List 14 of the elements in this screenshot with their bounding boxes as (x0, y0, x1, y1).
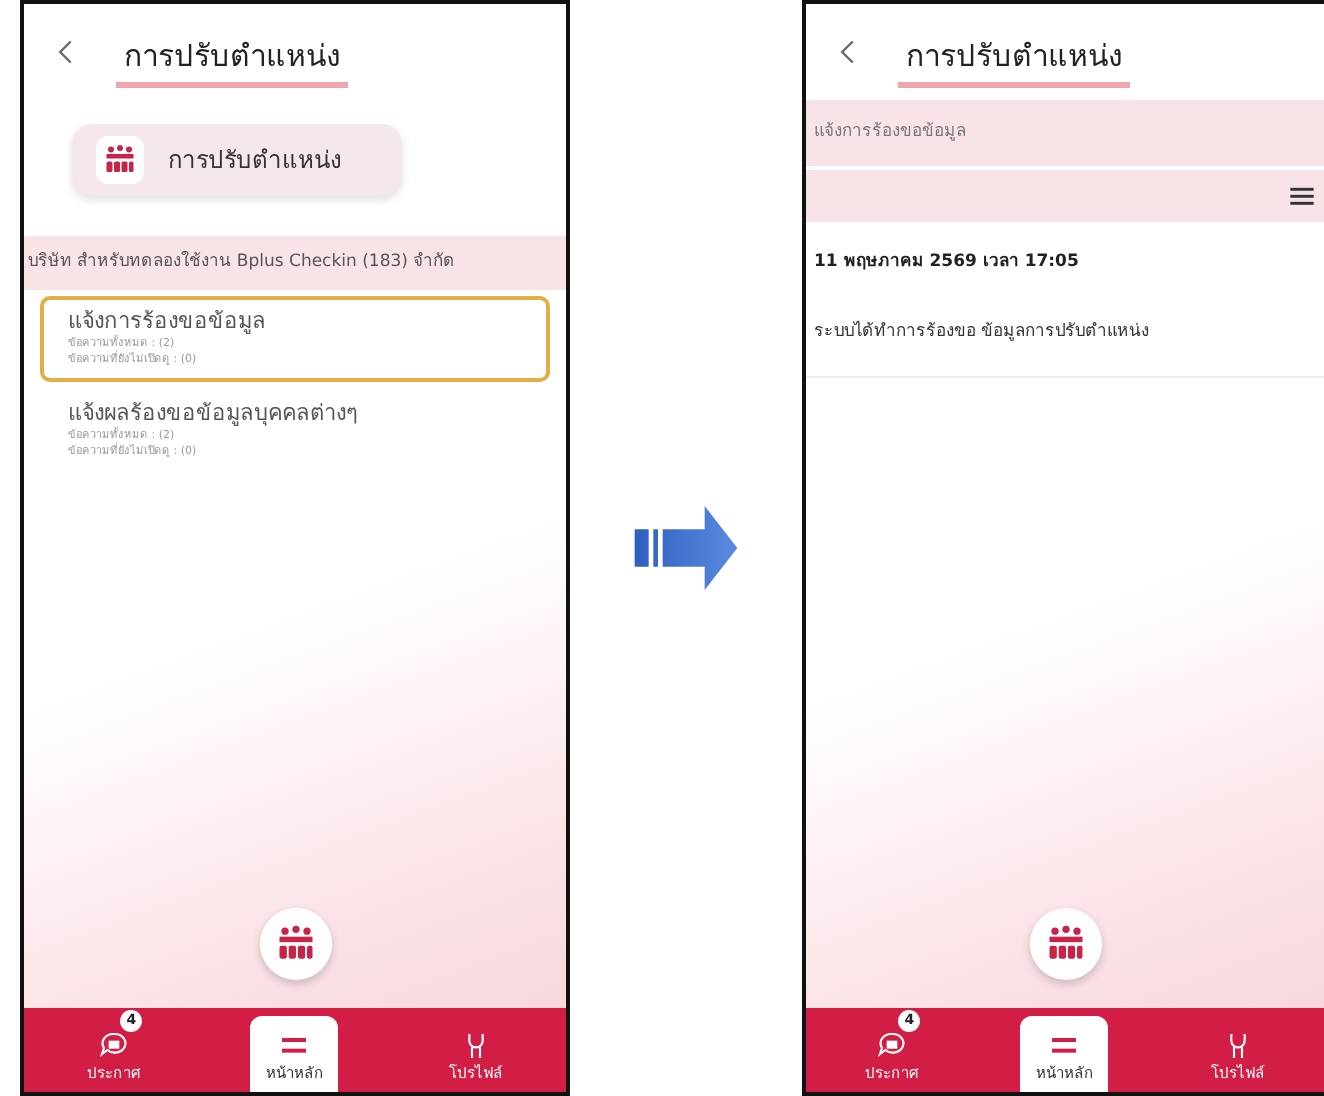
chat-bubble-icon (98, 1029, 131, 1062)
page-title: การปรับตำแหน่ง (116, 17, 348, 87)
company-name: บริษัท สำหรับทดลองใช้งาน Bplus Checkin (183) จำกัด (24, 236, 566, 290)
menu-card[interactable]: การปรับตำแหน่ง (72, 124, 402, 196)
people-group-icon (102, 142, 138, 178)
item-title: แจ้งการร้องขอข้อมูล (68, 307, 268, 335)
message-text: ระบบได้ทำการร้องขอ ข้อมูลการปรับตำแหน่ง (814, 319, 1152, 345)
item-title: แจ้งผลร้องขอข้อมูลบุคคลต่างๆ (68, 399, 360, 427)
chat-bubble-icon (876, 1029, 909, 1062)
section-title: แจ้งการร้องขอข้อมูล (806, 100, 1324, 166)
page-title: การปรับตำแหน่ง (898, 17, 1130, 87)
home-fab-button[interactable] (259, 908, 331, 980)
home-fab-button[interactable] (1029, 908, 1101, 980)
message-date: 11 พฤษภาคม 2569 เวลา 17:05 (814, 249, 1081, 275)
